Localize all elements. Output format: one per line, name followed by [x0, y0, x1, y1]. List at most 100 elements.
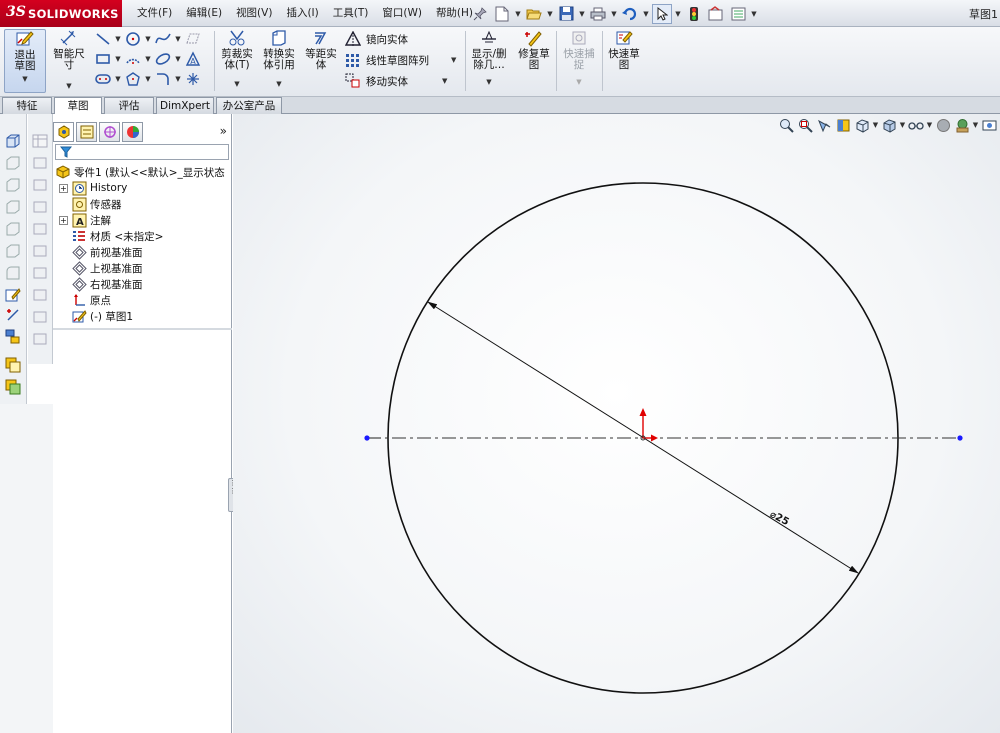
polygon-icon[interactable] — [122, 69, 144, 89]
convert-dropdown-arrow[interactable]: ▼ — [276, 79, 281, 90]
extruded-boss-icon[interactable] — [3, 132, 23, 150]
tree-item-sensors[interactable]: 传感器 — [71, 196, 122, 212]
display-delete-relations-button[interactable]: 显示/删除几… ▼ — [468, 29, 510, 88]
point-icon[interactable] — [182, 69, 204, 89]
tree-item-right-plane[interactable]: 右视基准面 — [71, 276, 143, 292]
grey-tool-icon-3[interactable] — [30, 198, 50, 216]
file-properties-icon[interactable] — [706, 4, 726, 24]
select-dropdown-arrow[interactable]: ▼ — [674, 10, 682, 18]
slot-dropdown-arrow[interactable]: ▼ — [114, 75, 122, 83]
tree-item-material[interactable]: 材质 <未指定> — [71, 228, 163, 244]
layer-strip-icon-1[interactable] — [3, 356, 23, 374]
menu-tools[interactable]: 工具(T) — [326, 0, 376, 27]
circle-dropdown-arrow[interactable]: ▼ — [144, 35, 152, 43]
grey-tool-icon-6[interactable] — [30, 264, 50, 282]
circle-icon[interactable] — [122, 29, 144, 49]
layer-strip-icon-2[interactable] — [3, 378, 23, 396]
grey-tool-icon-5[interactable] — [30, 242, 50, 260]
centerline-endpoint-left[interactable] — [364, 435, 370, 441]
sketch-origin-icon[interactable] — [639, 408, 659, 442]
swept-boss-icon[interactable] — [3, 176, 23, 194]
rectangle-icon[interactable] — [92, 49, 114, 69]
smart-dimension-button[interactable]: 智能尺寸 ▼ — [50, 29, 88, 92]
menu-insert[interactable]: 插入(I) — [279, 0, 325, 27]
sketch-edit-icon[interactable] — [3, 286, 23, 304]
open-icon[interactable] — [524, 4, 544, 24]
new-icon[interactable] — [492, 4, 512, 24]
repair-sketch-button[interactable]: 修复草图 — [514, 29, 554, 71]
property-manager-tab-icon[interactable] — [76, 122, 97, 142]
feature-tree-filter-input[interactable] — [55, 144, 229, 160]
tree-item-origin[interactable]: 原点 — [71, 292, 111, 308]
feature-tree-tab-icon[interactable] — [53, 122, 74, 142]
text-icon[interactable]: A — [182, 49, 204, 69]
fillet-dropdown-arrow[interactable]: ▼ — [174, 75, 182, 83]
tree-item-top-plane[interactable]: 上视基准面 — [71, 260, 143, 276]
menu-edit[interactable]: 编辑(E) — [179, 0, 229, 27]
tree-item-annotations[interactable]: + A 注解 — [59, 212, 111, 228]
polygon-dropdown-arrow[interactable]: ▼ — [144, 75, 152, 83]
spline-dropdown-arrow[interactable]: ▼ — [174, 35, 182, 43]
extruded-cut-icon[interactable] — [3, 242, 23, 260]
trim-dropdown-arrow[interactable]: ▼ — [234, 79, 239, 90]
rectangle-dropdown-arrow[interactable]: ▼ — [114, 55, 122, 63]
grey-tool-icon-4[interactable] — [30, 220, 50, 238]
open-dropdown-arrow[interactable]: ▼ — [546, 10, 554, 18]
line-icon[interactable] — [92, 29, 114, 49]
convert-entities-button[interactable]: 转换实体引用 ▼ — [258, 29, 300, 90]
arc-dropdown-arrow[interactable]: ▼ — [144, 55, 152, 63]
undo-dropdown-arrow[interactable]: ▼ — [642, 10, 650, 18]
select-icon[interactable] — [652, 3, 672, 24]
tab-evaluate[interactable]: 评估 — [104, 97, 154, 114]
configuration-manager-tab-icon[interactable] — [99, 122, 120, 142]
menu-window[interactable]: 窗口(W) — [375, 0, 429, 27]
tab-sketch[interactable]: 草图 — [54, 97, 102, 115]
display-manager-tab-icon[interactable] — [122, 122, 143, 142]
tree-root-part[interactable]: 零件1 (默认<<默认>_显示状态 — [55, 164, 225, 180]
tab-office-products[interactable]: 办公室产品 — [216, 97, 282, 114]
solidworks-logo[interactable]: 3S SOLIDWORKS — [0, 0, 122, 27]
grey-tool-icon-8[interactable] — [30, 308, 50, 326]
slot-icon[interactable] — [92, 69, 114, 89]
fillet-feature-icon[interactable] — [3, 264, 23, 282]
fillet-icon[interactable] — [152, 69, 174, 89]
ellipse-dropdown-arrow[interactable]: ▼ — [174, 55, 182, 63]
menu-file[interactable]: 文件(F) — [130, 0, 179, 27]
centerline-endpoint-right[interactable] — [957, 435, 963, 441]
linear-pattern-dropdown-arrow[interactable]: ▼ — [451, 56, 456, 64]
display-delete-dropdown-arrow[interactable]: ▼ — [486, 77, 491, 88]
move-dropdown-arrow[interactable]: ▼ — [442, 77, 447, 85]
smart-dim-strip-icon[interactable] — [3, 306, 23, 324]
rebuild-icon[interactable] — [684, 4, 704, 24]
revolved-boss-icon[interactable] — [3, 154, 23, 172]
exit-sketch-dropdown-arrow[interactable]: ▼ — [22, 74, 27, 85]
line-dropdown-arrow[interactable]: ▼ — [114, 35, 122, 43]
grey-tool-icon-7[interactable] — [30, 286, 50, 304]
plane-icon[interactable] — [182, 29, 204, 49]
offset-entities-button[interactable]: 等距实体 — [302, 29, 340, 71]
expand-toggle[interactable]: + — [59, 183, 68, 193]
new-dropdown-arrow[interactable]: ▼ — [514, 10, 522, 18]
save-icon[interactable] — [556, 4, 576, 24]
spline-icon[interactable] — [152, 29, 174, 49]
options-icon[interactable] — [728, 4, 748, 24]
quick-snaps-button[interactable]: 快速捕捉 ▼ — [558, 29, 600, 88]
print-icon[interactable] — [588, 4, 608, 24]
relations-strip-icon[interactable] — [3, 328, 23, 346]
quick-snaps-dropdown-arrow[interactable]: ▼ — [576, 77, 581, 88]
expand-toggle[interactable]: + — [59, 215, 68, 225]
boundary-boss-icon[interactable] — [3, 220, 23, 238]
lofted-boss-icon[interactable] — [3, 198, 23, 216]
linear-sketch-pattern-button[interactable]: 线性草图阵列 ▼ — [344, 51, 456, 69]
tree-item-history[interactable]: + History — [59, 180, 127, 196]
options-dropdown-arrow[interactable]: ▼ — [750, 10, 758, 18]
move-entities-button[interactable]: 移动实体 ▼ — [344, 72, 447, 90]
grey-tool-icon-2[interactable] — [30, 176, 50, 194]
table-icon[interactable] — [30, 132, 50, 150]
mirror-entities-button[interactable]: 镜向实体 — [344, 30, 408, 48]
save-dropdown-arrow[interactable]: ▼ — [578, 10, 586, 18]
smart-dimension-dropdown-arrow[interactable]: ▼ — [66, 81, 71, 92]
trim-entities-button[interactable]: 剪裁实体(T) ▼ — [218, 29, 256, 90]
tree-item-sketch1[interactable]: (-) 草图1 — [71, 308, 133, 324]
tree-item-front-plane[interactable]: 前视基准面 — [71, 244, 143, 260]
